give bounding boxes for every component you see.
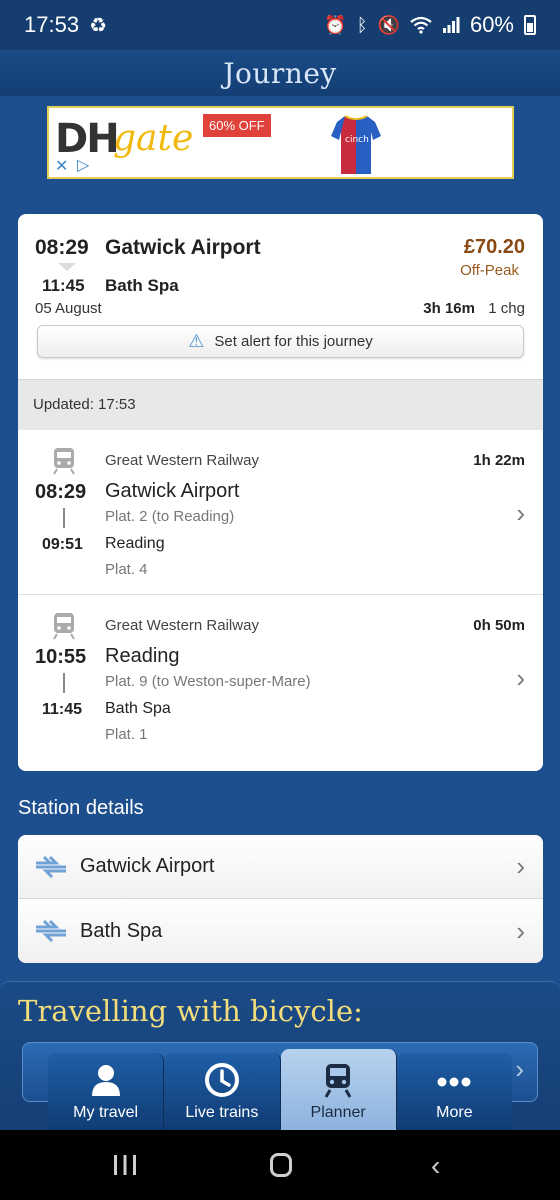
leg-operator: Great Western Railway — [105, 452, 259, 469]
ad-shirt-text: cinch — [345, 135, 369, 145]
tab-label: My travel — [73, 1104, 139, 1121]
leg-arrival-station: Bath Spa — [105, 700, 171, 717]
station-details-title: Station details — [18, 797, 144, 819]
leg-connector-line — [63, 508, 65, 528]
station-name: Gatwick Airport — [80, 855, 215, 877]
card-bottom-padding — [18, 759, 543, 771]
journey-card: 08:29 Gatwick Airport 11:45 Bath Spa £70… — [18, 214, 543, 771]
summary-departure-station: Gatwick Airport — [105, 236, 261, 259]
leg-arrival-time: 09:51 — [42, 536, 83, 553]
set-alert-button[interactable]: ⚠ Set alert for this journey — [37, 325, 524, 358]
person-icon — [91, 1065, 120, 1096]
alarm-icon: ⏰ — [324, 14, 347, 35]
journey-changes: 1 chg — [488, 300, 525, 317]
chevron-right-icon[interactable]: › — [516, 498, 525, 529]
warning-icon: ⚠ — [188, 331, 205, 351]
leg-departure-station: Reading — [105, 645, 180, 667]
ad-close-icon[interactable]: ✕ — [55, 156, 68, 176]
tab-live-trains[interactable]: Live trains — [164, 1053, 281, 1130]
fare-type: Off-Peak — [460, 262, 519, 279]
page-title: Journey — [223, 56, 337, 90]
set-alert-label: Set alert for this journey — [214, 333, 373, 350]
national-rail-icon — [36, 855, 66, 879]
leg-departure-platform: Plat. 2 (to Reading) — [105, 508, 235, 525]
ad-discount-badge: 60% OFF — [203, 114, 271, 137]
journey-leg[interactable]: Great Western Railway 0h 50m 10:55 Readi… — [18, 594, 543, 759]
chevron-right-icon[interactable]: › — [516, 851, 525, 882]
journey-duration: 3h 16m — [423, 300, 475, 317]
train-icon — [53, 448, 75, 475]
leg-departure-time: 10:55 — [35, 646, 87, 668]
ad-logo-gate: gate — [113, 118, 194, 159]
train-icon — [53, 613, 75, 640]
ad-banner[interactable]: DH gate 60% OFF ✕ ▷ cinch — [47, 106, 514, 179]
recents-icon[interactable] — [113, 1154, 137, 1176]
leg-connector-line — [63, 673, 65, 693]
chevron-right-icon[interactable]: › — [516, 663, 525, 694]
tab-my-travel[interactable]: My travel — [48, 1053, 165, 1130]
recycle-icon: ♻ — [89, 14, 107, 37]
journey-summary: 08:29 Gatwick Airport 11:45 Bath Spa £70… — [18, 214, 543, 379]
signal-icon — [442, 17, 460, 33]
journey-date: 05 August — [35, 300, 102, 317]
tab-label: Live trains — [185, 1104, 259, 1121]
clock-icon — [204, 1063, 239, 1097]
mute-icon: 🔇 — [377, 14, 400, 35]
station-name: Bath Spa — [80, 919, 163, 942]
system-nav-bar: ‹ — [0, 1130, 560, 1200]
summary-arrival-station: Bath Spa — [105, 276, 179, 295]
bluetooth-icon: ᛒ — [356, 14, 368, 35]
train-icon — [324, 1064, 352, 1098]
football-shirt-icon: cinch — [331, 115, 381, 174]
summary-departure-time: 08:29 — [35, 236, 89, 259]
station-row[interactable]: Bath Spa › — [18, 899, 543, 963]
leg-arrival-station: Reading — [105, 535, 165, 552]
summary-arrow-icon — [58, 263, 76, 271]
journey-leg[interactable]: Great Western Railway 1h 22m 08:29 Gatwi… — [18, 429, 543, 594]
ad-choices-icon[interactable]: ▷ — [77, 155, 89, 175]
wifi-icon — [410, 16, 432, 34]
leg-departure-time: 08:29 — [35, 481, 87, 503]
summary-arrival-time: 11:45 — [42, 276, 85, 295]
leg-operator: Great Western Railway — [105, 617, 259, 634]
national-rail-icon — [36, 919, 66, 943]
tab-planner[interactable]: Planner — [280, 1049, 397, 1130]
status-time: 17:53 — [24, 12, 80, 37]
leg-duration: 1h 22m — [473, 452, 525, 469]
status-icons: ⏰ ᛒ 🔇 60% — [324, 12, 536, 38]
tab-label: Planner — [310, 1104, 366, 1121]
leg-departure-station: Gatwick Airport — [105, 480, 240, 502]
battery-text: 60% — [469, 12, 514, 37]
bottom-tab-bar: My travel Live trains Planner More — [48, 1049, 512, 1130]
journey-price: £70.20 — [463, 236, 525, 258]
app-header: Journey — [0, 50, 560, 96]
leg-duration: 0h 50m — [473, 617, 525, 634]
tab-label: More — [436, 1104, 473, 1121]
more-icon — [437, 1077, 471, 1087]
back-icon[interactable]: ‹ — [431, 1150, 440, 1182]
station-row[interactable]: Gatwick Airport › — [18, 835, 543, 899]
status-bar: 17:53 ♻ ⏰ ᛒ 🔇 60% — [0, 0, 560, 50]
leg-arrival-time: 11:45 — [42, 701, 83, 718]
bicycle-title: Travelling with bicycle: — [18, 994, 363, 1028]
leg-arrival-platform: Plat. 4 — [105, 561, 148, 578]
station-details-list: Gatwick Airport › Bath Spa › — [18, 835, 543, 963]
updated-text: Updated: 17:53 — [33, 396, 136, 413]
battery-icon — [524, 15, 536, 35]
home-icon[interactable] — [270, 1153, 292, 1177]
chevron-right-icon[interactable]: › — [515, 1054, 524, 1085]
tab-more[interactable]: More — [396, 1053, 512, 1130]
leg-arrival-platform: Plat. 1 — [105, 726, 148, 743]
chevron-right-icon[interactable]: › — [516, 916, 525, 947]
leg-departure-platform: Plat. 9 (to Weston-super-Mare) — [105, 673, 311, 690]
updated-bar: Updated: 17:53 — [18, 379, 543, 429]
